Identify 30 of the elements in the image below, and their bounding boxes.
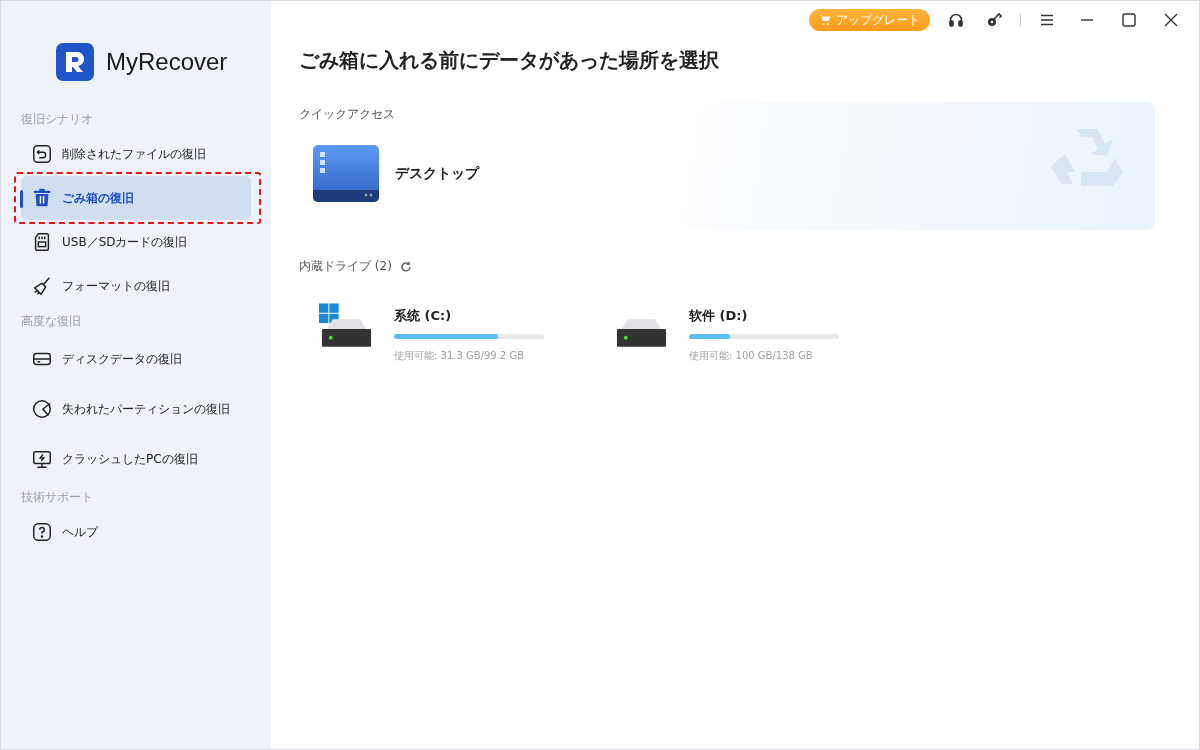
app-name: MyRecover [106,47,228,76]
trash-icon [31,187,53,209]
section-label: クイックアクセス [299,106,395,123]
sidebar-item[interactable]: 削除されたファイルの復旧 [21,132,251,176]
sidebar-item[interactable]: ヘルプ [21,510,251,554]
section-label: 内蔵ドライブ (2) [299,258,392,275]
drive-name[interactable]: 系统 (C:) [394,307,544,325]
pie-icon [31,398,53,420]
cart-icon [819,14,831,26]
desktop-folder-icon [313,145,379,202]
broom-icon [31,275,53,297]
sidebar-item[interactable]: ごみ箱の復旧 [21,176,251,220]
sidebar-item[interactable]: クラッシュしたPCの復旧 [21,434,251,484]
undo-icon [31,143,53,165]
sidebar-item[interactable]: 失われたパーティションの復旧 [21,384,251,434]
page-title: ごみ箱に入れる前にデータがあった場所を選択 [299,47,720,74]
sidebar-item[interactable]: フォーマットの復旧 [21,264,251,308]
section-heading: 復旧シナリオ [20,110,94,128]
app-logo-icon [56,42,94,81]
refresh-icon[interactable] [399,260,412,273]
monitor-icon [31,448,53,470]
help-icon [31,521,53,543]
drive-name[interactable]: 软件 (D:) [689,307,839,325]
quick-access-item[interactable]: デスクトップ [395,164,479,183]
sidebar-item[interactable]: ディスクデータの復旧 [21,334,251,384]
section-heading: 高度な復旧 [20,312,82,330]
usage-text: 使用可能: 31.3 GB/99.2 GB [394,349,526,363]
sidebar-item[interactable]: USB／SDカードの復旧 [21,220,251,264]
usage-text: 使用可能: 100 GB/138 GB [689,349,814,363]
section-heading: 技術サポート [20,488,94,506]
